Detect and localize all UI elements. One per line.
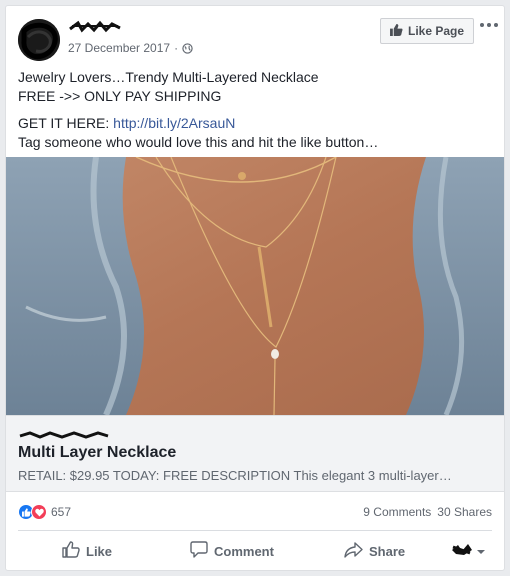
like-page-label: Like Page	[407, 24, 465, 38]
like-page-button[interactable]: Like Page	[380, 18, 474, 44]
thumbs-up-icon	[62, 541, 80, 561]
post-line-3-prefix: GET IT HERE:	[18, 115, 114, 131]
post-meta: 27 December 2017 ·	[68, 41, 193, 55]
love-reaction-icon	[31, 504, 47, 520]
share-button[interactable]: Share	[344, 536, 405, 566]
link-title[interactable]: Multi Layer Necklace	[18, 444, 176, 462]
post-link[interactable]: http://bit.ly/2ArsauN	[113, 115, 235, 131]
post-date[interactable]: 27 December 2017	[68, 41, 170, 55]
post-card: 27 December 2017 · Like Page Jewelry Lov…	[5, 5, 505, 571]
post-text: Jewelry Lovers…Trendy Multi-Layered Neck…	[18, 68, 494, 152]
divider	[18, 530, 492, 531]
post-line-1: Jewelry Lovers…Trendy Multi-Layered Neck…	[18, 69, 319, 85]
thumbs-up-icon	[390, 23, 403, 39]
meta-separator: ·	[174, 41, 179, 55]
comments-count[interactable]: 9 Comments	[363, 505, 431, 519]
post-line-3: GET IT HERE: http://bit.ly/2ArsauN	[18, 114, 494, 133]
page-name-redacted[interactable]	[68, 20, 122, 39]
link-description: RETAIL: $29.95 TODAY: FREE DESCRIPTION T…	[18, 468, 452, 483]
comment-icon	[190, 541, 208, 561]
share-label: Share	[369, 543, 406, 559]
comment-label: Comment	[214, 543, 274, 559]
avatar[interactable]	[18, 19, 60, 61]
share-icon	[344, 541, 363, 561]
post-line-2: FREE ->> ONLY PAY SHIPPING	[18, 88, 222, 104]
profile-icon-redacted	[450, 542, 474, 561]
more-icon[interactable]	[480, 18, 498, 32]
shares-count[interactable]: 30 Shares	[437, 505, 492, 519]
engagement-counts: 9 Comments 30 Shares	[363, 505, 492, 519]
globe-icon	[182, 42, 193, 54]
like-label: Like	[86, 543, 113, 559]
like-button[interactable]: Like	[62, 536, 112, 566]
link-domain-redacted	[18, 427, 110, 445]
action-bar: Like Comment Share	[6, 534, 504, 568]
chevron-down-icon	[476, 544, 486, 559]
post-line-4: Tag someone who would love this and hit …	[18, 134, 379, 150]
post-photo[interactable]	[6, 157, 504, 415]
reaction-summary[interactable]: 657	[18, 502, 71, 522]
audience-selector[interactable]	[450, 536, 486, 566]
reaction-count: 657	[51, 505, 72, 519]
comment-button[interactable]: Comment	[190, 536, 274, 566]
link-preview[interactable]: Multi Layer Necklace RETAIL: $29.95 TODA…	[6, 415, 504, 492]
